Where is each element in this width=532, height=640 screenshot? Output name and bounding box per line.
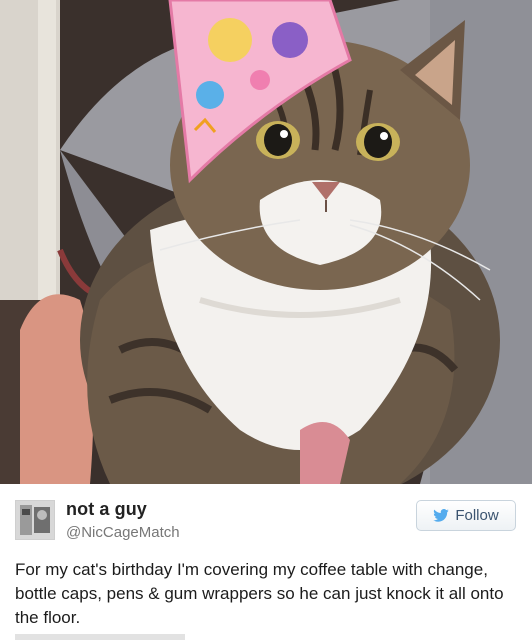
cat-photo bbox=[0, 0, 532, 484]
display-name[interactable]: not a guy bbox=[66, 499, 147, 520]
tweet-card: not a guy @NicCageMatch Follow For my ca… bbox=[0, 484, 532, 640]
tweet-screenshot: not a guy @NicCageMatch Follow For my ca… bbox=[0, 0, 532, 640]
follow-label: Follow bbox=[455, 507, 499, 524]
avatar[interactable] bbox=[15, 500, 55, 540]
tweet-timestamp-cutoff bbox=[15, 634, 185, 640]
twitter-bird-icon bbox=[433, 509, 450, 522]
tweet-text: For my cat's birthday I'm covering my co… bbox=[15, 560, 504, 627]
user-handle[interactable]: @NicCageMatch bbox=[66, 524, 180, 541]
follow-button[interactable]: Follow bbox=[416, 500, 516, 531]
